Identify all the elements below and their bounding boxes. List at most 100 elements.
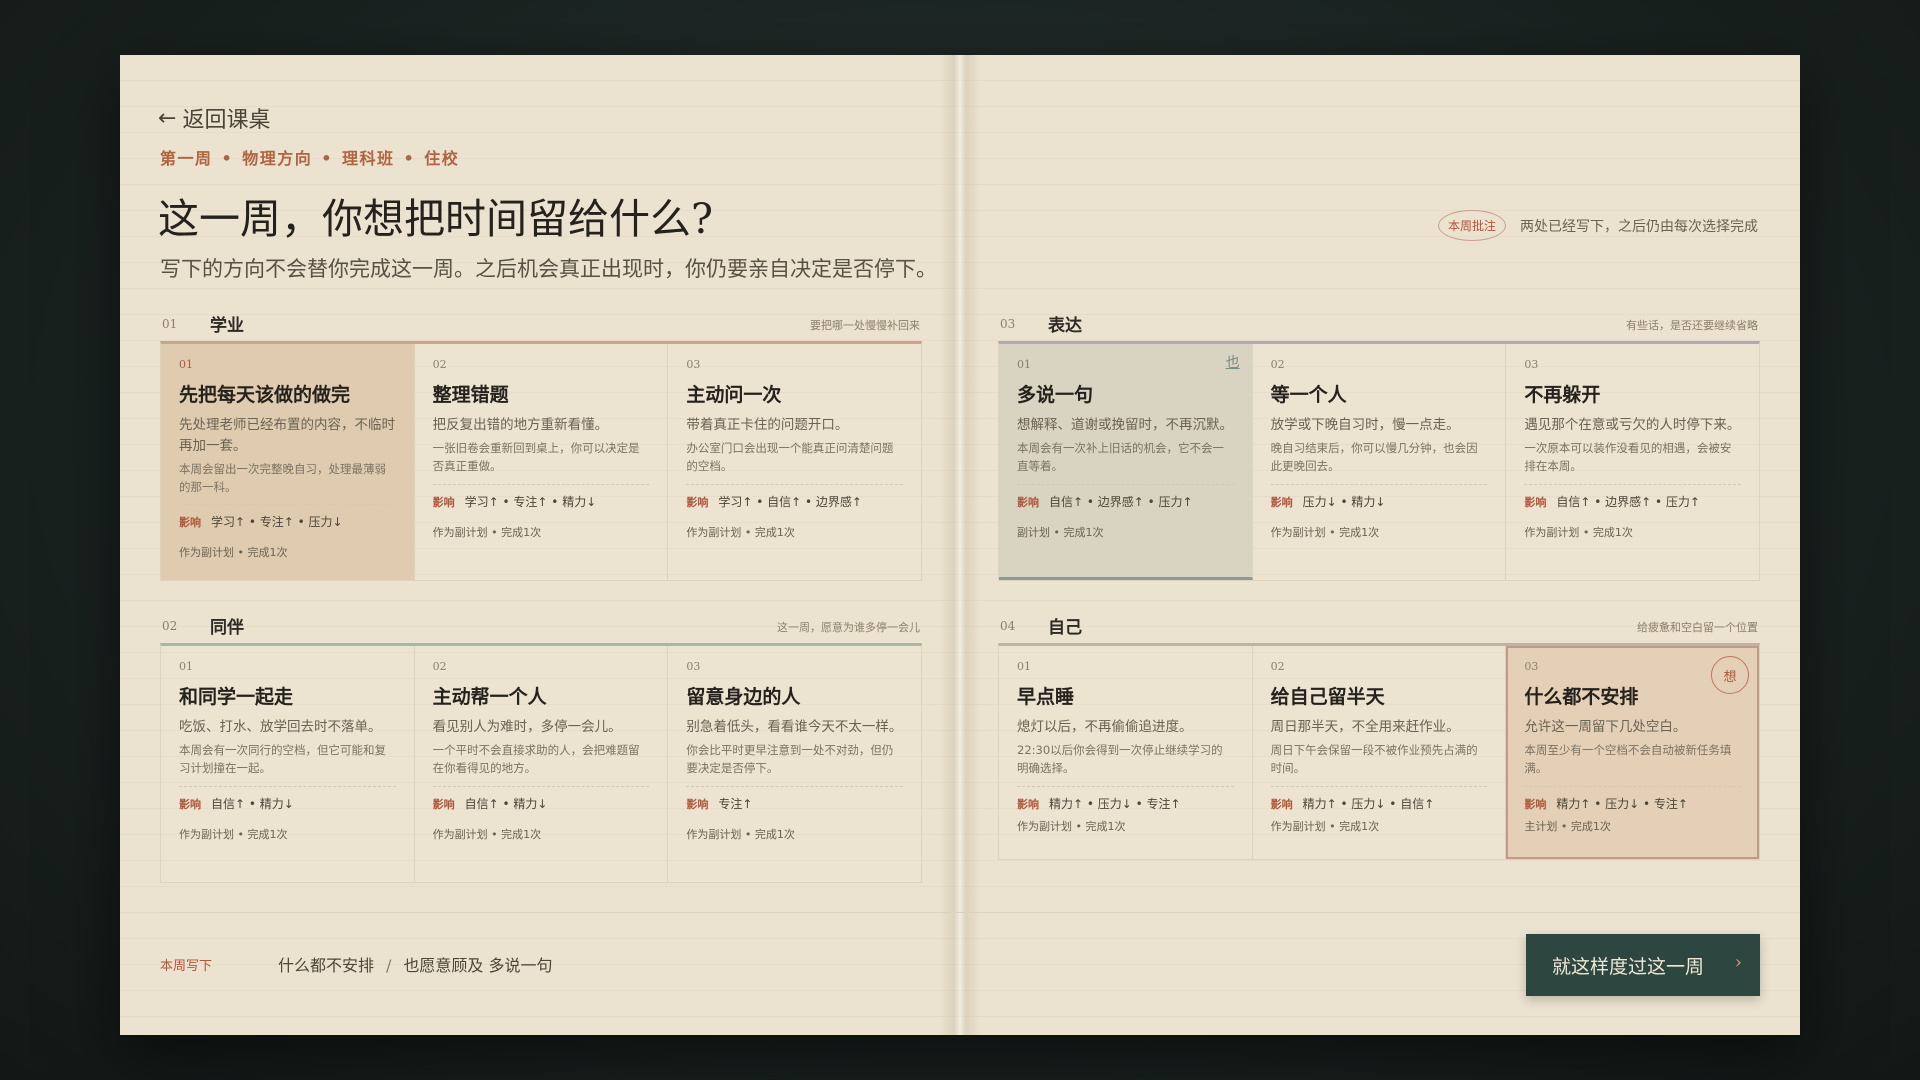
card-description: 把反复出错的地方重新看懂。 bbox=[432, 417, 609, 433]
note-text: 两处已经写下，之后仍由每次选择完成 bbox=[1520, 218, 1758, 235]
card-number: 01 bbox=[179, 660, 193, 673]
card-number: 02 bbox=[1270, 358, 1285, 371]
card-number: 02 bbox=[1270, 660, 1285, 673]
page-subtitle: 写下的方向不会替你完成这一周。之后机会真正出现时，你仍要亲自决定是否停下。 bbox=[160, 257, 937, 281]
summary-main: 什么都不安排 bbox=[278, 956, 375, 975]
card-title: 等一个人 bbox=[1270, 384, 1347, 406]
back-to-desk-link[interactable]: ← 返回课桌 bbox=[158, 102, 270, 134]
card-description: 吃饭、打水、放学回去时不落单。 bbox=[179, 719, 382, 735]
effects-label: 影响 bbox=[179, 797, 201, 811]
card-row: 01 和同学一起走 吃饭、打水、放学回去时不落单。 本周会有一次同行的空档，但它… bbox=[160, 643, 922, 883]
option-card-peers-2[interactable]: 02 主动帮一个人 看见别人为难时，多停一会儿。 一个平时不会直接求助的人，会把… bbox=[414, 646, 669, 882]
card-meta: 作为副计划 • 完成1次 bbox=[1017, 819, 1126, 833]
option-card-self-3[interactable]: 想 03 什么都不安排 允许这一周留下几处空白。 本周至少有一个空档不会自动被新… bbox=[1506, 646, 1760, 859]
effects-values: 学习↑ • 专注↑ • 压力↓ bbox=[211, 515, 343, 530]
card-number: 03 bbox=[686, 660, 701, 673]
effects-label: 影响 bbox=[432, 495, 455, 509]
card-description: 先处理老师已经布置的内容，不临时再加一套。 bbox=[179, 417, 395, 454]
section-hint: 这一周，愿意为谁多停一会儿 bbox=[777, 621, 920, 634]
card-title: 什么都不安排 bbox=[1524, 686, 1639, 708]
card-description: 遇见那个在意或亏欠的人时停下来。 bbox=[1524, 417, 1741, 433]
effects-label: 影响 bbox=[1017, 495, 1039, 509]
section-hint: 给疲惫和空白留一个位置 bbox=[1637, 621, 1758, 634]
card-effects: 影响 精力↑ • 压力↓ • 自信↑ bbox=[1271, 795, 1488, 812]
card-title: 和同学一起走 bbox=[179, 686, 294, 708]
page-title: 这一周，你想把时间留给什么? bbox=[158, 195, 713, 243]
card-meta: 作为副计划 • 完成1次 bbox=[1524, 525, 1633, 539]
card-description: 允许这一周留下几处空白。 bbox=[1524, 719, 1687, 735]
card-number: 01 bbox=[1017, 358, 1031, 371]
card-detail: 办公室门口会出现一个能真正问清楚问题的空档。 bbox=[686, 440, 894, 473]
card-meta: 作为副计划 • 完成1次 bbox=[432, 827, 542, 841]
card-number: 03 bbox=[1524, 660, 1539, 673]
card-effects: 影响 自信↑ • 精力↓ bbox=[433, 795, 650, 812]
card-number: 01 bbox=[179, 358, 193, 371]
card-meta: 作为副计划 • 完成1次 bbox=[686, 827, 795, 841]
effects-label: 影响 bbox=[1524, 495, 1547, 509]
card-meta: 作为副计划 • 完成1次 bbox=[432, 525, 542, 539]
card-title: 不再躲开 bbox=[1524, 384, 1601, 406]
back-label: 返回课桌 bbox=[182, 108, 271, 133]
card-description: 周日那半天，不全用来赶作业。 bbox=[1270, 719, 1460, 735]
effects-values: 学习↑ • 自信↑ • 边界感↑ bbox=[718, 494, 862, 509]
effects-label: 影响 bbox=[686, 495, 709, 509]
option-card-academics-2[interactable]: 02 整理错题 把反复出错的地方重新看懂。 一张旧卷会重新回到桌上，你可以决定是… bbox=[414, 344, 669, 580]
option-card-expression-3[interactable]: 03 不再躲开 遇见那个在意或亏欠的人时停下来。 一次原本可以装作没看见的相遇，… bbox=[1506, 344, 1760, 580]
main-plan-stamp: 想 bbox=[1711, 656, 1750, 694]
card-number: 02 bbox=[432, 660, 447, 673]
option-card-peers-1[interactable]: 01 和同学一起走 吃饭、打水、放学回去时不落单。 本周会有一次同行的空档，但它… bbox=[161, 646, 415, 882]
card-effects: 影响 学习↑ • 自信↑ • 边界感↑ bbox=[686, 493, 903, 510]
card-meta: 作为副计划 • 完成1次 bbox=[179, 546, 288, 560]
effects-label: 影响 bbox=[1270, 797, 1293, 811]
card-meta: 主计划 • 完成1次 bbox=[1524, 819, 1611, 833]
effects-values: 压力↓ • 精力↓ bbox=[1302, 494, 1386, 509]
card-title: 早点睡 bbox=[1017, 686, 1075, 708]
effects-values: 自信↑ • 边界感↑ • 压力↑ bbox=[1049, 494, 1193, 509]
option-card-self-2[interactable]: 02 给自己留半天 周日那半天，不全用来赶作业。 周日下午会保留一段不被作业预先… bbox=[1252, 646, 1507, 859]
option-card-expression-2[interactable]: 02 等一个人 放学或下晚自习时，慢一点走。 晚自习结束后，你可以慢几分钟，也会… bbox=[1252, 344, 1507, 580]
card-effects: 影响 压力↓ • 精力↓ bbox=[1271, 493, 1488, 510]
effects-values: 精力↑ • 压力↓ • 专注↑ bbox=[1049, 796, 1181, 811]
section-name: 自己 bbox=[1048, 618, 1082, 638]
card-detail: 本周会有一次补上旧话的机会，它不会一直等着。 bbox=[1017, 440, 1224, 473]
option-card-expression-1[interactable]: 也 01 多说一句 想解释、道谢或挽留时，不再沉默。 本周会有一次补上旧话的机会… bbox=[999, 344, 1253, 580]
footer-divider bbox=[160, 912, 1760, 913]
crumb-week: 第一周 bbox=[160, 149, 213, 168]
card-meta: 作为副计划 • 完成1次 bbox=[1270, 525, 1380, 539]
card-detail: 晚自习结束后，你可以慢几分钟，也会因此更晚回去。 bbox=[1270, 440, 1478, 473]
section-number: 04 bbox=[1000, 619, 1016, 633]
card-description: 放学或下晚自习时，慢一点走。 bbox=[1270, 417, 1460, 433]
footer-label: 本周写下 bbox=[160, 959, 213, 974]
card-effects: 影响 学习↑ • 专注↑ • 压力↓ bbox=[179, 513, 396, 530]
section-number: 01 bbox=[162, 317, 178, 331]
card-row: 01 先把每天该做的做完 先处理老师已经布置的内容，不临时再加一套。 本周会留出… bbox=[160, 341, 922, 581]
card-title: 主动问一次 bbox=[686, 384, 782, 406]
crumb-direction: 物理方向 bbox=[242, 149, 313, 168]
section-hint: 有些话，是否还要继续省略 bbox=[1626, 319, 1758, 332]
card-row: 01 早点睡 熄灯以后，不再偷偷追进度。 22:30以后你会得到一次停止继续学习… bbox=[998, 643, 1760, 860]
card-title: 先把每天该做的做完 bbox=[179, 384, 351, 406]
card-effects: 影响 学习↑ • 专注↑ • 精力↓ bbox=[433, 493, 650, 510]
card-detail: 周日下午会保留一段不被作业预先占满的时间。 bbox=[1270, 742, 1478, 775]
summary-separator: / bbox=[386, 956, 392, 975]
card-detail: 本周至少有一个空档不会自动被新任务填满。 bbox=[1524, 742, 1732, 775]
notebook-page: ← 返回课桌 第一周 • 物理方向 • 理科班 • 住校 这一周，你想把时间留给什么? 写下… bbox=[120, 55, 1800, 1035]
card-effects: 影响 自信↑ • 边界感↑ • 压力↑ bbox=[1524, 493, 1741, 510]
effects-label: 影响 bbox=[1524, 797, 1547, 811]
card-title: 留意身边的人 bbox=[686, 686, 801, 708]
option-card-peers-3[interactable]: 03 留意身边的人 别急着低头，看看谁今天不太一样。 你会比平时更早注意到一处不… bbox=[668, 646, 922, 882]
crumb-boarding: 住校 bbox=[424, 149, 460, 168]
confirm-week-button[interactable]: 就这样度过这一周 › bbox=[1526, 934, 1760, 996]
effects-values: 精力↑ • 压力↓ • 专注↑ bbox=[1556, 796, 1688, 811]
option-card-academics-1[interactable]: 01 先把每天该做的做完 先处理老师已经布置的内容，不临时再加一套。 本周会留出… bbox=[161, 344, 415, 580]
section-academics: 01 学业 要把哪一处慢慢补回来 01 先把每天该做的做完 先处理老师已经布置的… bbox=[160, 305, 922, 581]
option-card-self-1[interactable]: 01 早点睡 熄灯以后，不再偷偷追进度。 22:30以后你会得到一次停止继续学习… bbox=[999, 646, 1253, 859]
option-card-academics-3[interactable]: 03 主动问一次 带着真正卡住的问题开口。 办公室门口会出现一个能真正问清楚问题… bbox=[668, 344, 922, 580]
card-title: 整理错题 bbox=[432, 384, 509, 406]
section-name: 表达 bbox=[1048, 316, 1082, 336]
card-description: 别急着低头，看看谁今天不太一样。 bbox=[686, 719, 903, 735]
effects-label: 影响 bbox=[1270, 495, 1293, 509]
section-number: 02 bbox=[162, 619, 178, 633]
card-title: 多说一句 bbox=[1017, 384, 1094, 406]
card-meta: 作为副计划 • 完成1次 bbox=[1270, 819, 1380, 833]
